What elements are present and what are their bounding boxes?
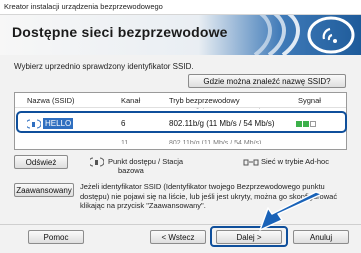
help-button[interactable]: Pomoc bbox=[28, 230, 84, 244]
refresh-button[interactable]: Odśwież bbox=[14, 155, 68, 169]
wifi-signal-icon bbox=[253, 15, 355, 55]
back-button[interactable]: < Wstecz bbox=[150, 230, 206, 244]
selected-network-highlight bbox=[16, 111, 347, 133]
access-point-legend-line1: Punkt dostępu / Stacja bbox=[108, 157, 184, 166]
column-header-channel: Kanał bbox=[121, 96, 141, 105]
column-header-signal: Sygnał bbox=[298, 96, 321, 105]
title-bar: Kreator instalacji urządzenia bezprzewod… bbox=[0, 0, 361, 15]
column-header-ssid: Nazwa (SSID) bbox=[27, 96, 75, 105]
access-point-icon bbox=[90, 157, 104, 167]
advanced-button[interactable]: Zaawansowany bbox=[14, 183, 74, 197]
page-title: Dostępne sieci bezprzewodowe bbox=[12, 24, 228, 40]
adhoc-legend: Sieć w trybie Ad-hoc bbox=[261, 157, 329, 166]
wizard-header: Dostępne sieci bezprzewodowe bbox=[0, 15, 361, 55]
window-title: Kreator instalacji urządzenia bezprzewod… bbox=[4, 2, 163, 11]
access-point-legend-line2: bazowa bbox=[118, 166, 144, 175]
pointer-arrow-icon bbox=[259, 191, 323, 231]
cancel-button[interactable]: Anuluj bbox=[293, 230, 349, 244]
where-ssid-button[interactable]: Gdzie można znaleźć nazwę SSID? bbox=[188, 74, 346, 88]
adhoc-network-icon bbox=[243, 159, 259, 166]
access-point-legend: Punkt dostępu / Stacja bazowa bbox=[108, 157, 183, 175]
ssid-cell: ...... bbox=[27, 140, 39, 147]
channel-cell: 11 bbox=[121, 140, 129, 147]
column-header-mode: Tryb bezprzewodowy bbox=[169, 96, 240, 105]
instruction-text: Wybierz uprzednio sprawdzony identyfikat… bbox=[14, 62, 194, 71]
table-row[interactable]: ...... 11 802.11b/g (11 Mb/s / 54 Mb/s) bbox=[15, 140, 346, 147]
mode-cell: 802.11b/g (11 Mb/s / 54 Mb/s) bbox=[169, 140, 262, 147]
header-divider bbox=[15, 107, 346, 108]
